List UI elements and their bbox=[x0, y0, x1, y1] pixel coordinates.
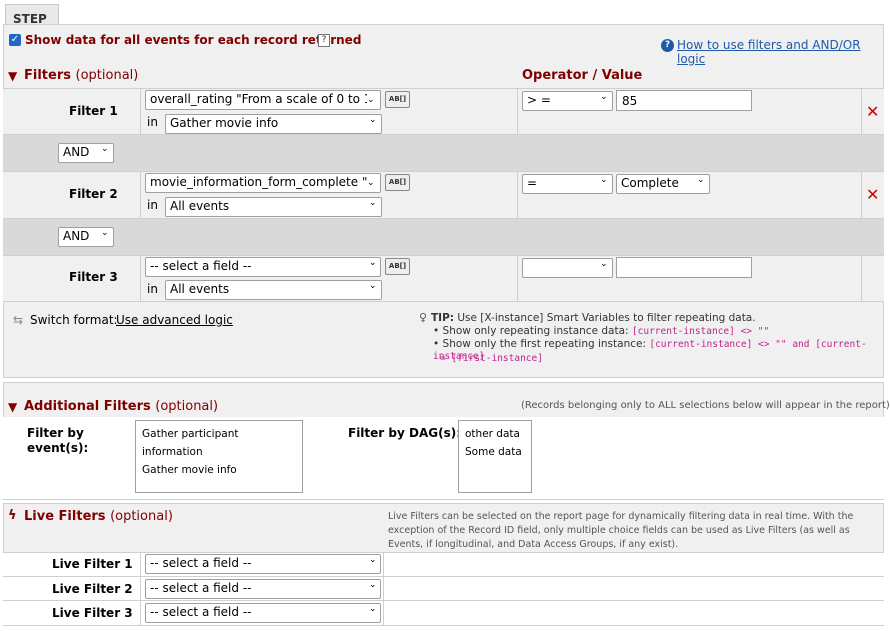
switch-format-icon: ⇆ bbox=[13, 313, 24, 327]
chevron-down-icon: ⌄ bbox=[600, 259, 608, 269]
chevron-down-icon: ⌄ bbox=[600, 92, 608, 102]
filter-2-event-select[interactable]: All events bbox=[165, 197, 382, 217]
chevron-down-icon: ⌄ bbox=[369, 580, 377, 590]
field-lookup-button[interactable]: AB[] bbox=[385, 258, 410, 275]
live-filters-title: Live Filters (optional) bbox=[24, 509, 173, 524]
filter-1-label: Filter 1 bbox=[69, 104, 118, 118]
chevron-down-icon: ⌄ bbox=[101, 228, 109, 238]
filter-by-event-label-1: Filter by bbox=[27, 426, 84, 440]
filter-funnel-icon: ▼ bbox=[8, 69, 18, 83]
filter-by-dag-label: Filter by DAG(s): bbox=[348, 426, 461, 440]
chevron-down-icon: ⌄ bbox=[367, 92, 380, 108]
dag-option[interactable]: Some data bbox=[465, 443, 525, 461]
filter-3-field-select[interactable]: -- select a field -- bbox=[145, 257, 381, 277]
filter-2-label: Filter 2 bbox=[69, 187, 118, 201]
lightbulb-icon: ♀ bbox=[419, 311, 428, 324]
chevron-down-icon: ⌄ bbox=[369, 555, 377, 565]
chevron-down-icon: ⌄ bbox=[369, 281, 377, 291]
event-option[interactable]: Gather movie info bbox=[142, 461, 296, 479]
chevron-down-icon: ⌄ bbox=[369, 604, 377, 614]
filter-1-value-input[interactable] bbox=[616, 90, 752, 111]
additional-filters-note: (Records belonging only to ALL selection… bbox=[521, 400, 890, 411]
filter-2-value-select[interactable]: Complete bbox=[616, 174, 710, 194]
live-filter-1-select[interactable]: -- select a field -- bbox=[145, 554, 381, 574]
filter-3-value-input[interactable] bbox=[616, 257, 752, 278]
filter-by-event-label-2: event(s): bbox=[27, 441, 89, 455]
filter-1-field-select[interactable]: overall_rating "From a scale of 0 to 100 bbox=[145, 90, 381, 110]
event-option[interactable]: Gather participant information bbox=[142, 425, 296, 461]
filter-3-in-label: in bbox=[147, 282, 158, 296]
live-filter-3-select[interactable]: -- select a field -- bbox=[145, 603, 381, 623]
delete-filter-1-icon[interactable]: ✕ bbox=[866, 102, 879, 121]
chevron-down-icon: ⌄ bbox=[697, 175, 705, 185]
question-circle-icon: ? bbox=[661, 39, 674, 52]
filter-1-event-select[interactable]: Gather movie info bbox=[165, 114, 382, 134]
filters-help-link[interactable]: How to use filters and AND/OR logic bbox=[677, 38, 890, 66]
live-filter-2-select[interactable]: -- select a field -- bbox=[145, 579, 381, 599]
live-filters-body bbox=[3, 552, 884, 625]
switch-format-label: Switch format: bbox=[30, 313, 118, 327]
help-icon[interactable]: ? bbox=[318, 34, 330, 47]
dag-option[interactable]: other data bbox=[465, 425, 525, 443]
additional-filters-title: Additional Filters (optional) bbox=[24, 399, 219, 414]
filter-1-in-label: in bbox=[147, 115, 158, 129]
show-all-events-checkbox[interactable]: ✓ bbox=[9, 34, 21, 46]
live-filters-description: Live Filters can be selected on the repo… bbox=[388, 511, 854, 550]
filter-2-field-select[interactable]: movie_information_form_complete "Co bbox=[145, 173, 381, 193]
logic-row-2 bbox=[3, 218, 884, 255]
filters-title: Filters (optional) bbox=[24, 68, 139, 83]
filter-3-event-select[interactable]: All events bbox=[165, 280, 382, 300]
show-all-events-label: Show data for all events for each record… bbox=[25, 33, 362, 47]
chevron-down-icon: ⌄ bbox=[369, 198, 377, 208]
events-listbox[interactable]: Gather participant information Gather mo… bbox=[135, 420, 303, 493]
chevron-down-icon: ⌄ bbox=[369, 258, 377, 268]
use-advanced-logic-link[interactable]: Use advanced logic bbox=[116, 313, 233, 327]
chevron-down-icon: ⌄ bbox=[367, 175, 380, 191]
chevron-down-icon: ⌄ bbox=[600, 175, 608, 185]
live-filter-1-label: Live Filter 1 bbox=[52, 557, 133, 571]
live-filter-3-label: Live Filter 3 bbox=[52, 606, 133, 620]
tip-line-1: • Show only repeating instance data: [cu… bbox=[433, 325, 770, 337]
filter-row-2 bbox=[3, 171, 884, 218]
field-lookup-button[interactable]: AB[] bbox=[385, 91, 410, 108]
delete-filter-2-icon[interactable]: ✕ bbox=[866, 185, 879, 204]
filter-3-label: Filter 3 bbox=[69, 270, 118, 284]
dags-listbox[interactable]: other data Some data bbox=[458, 420, 532, 493]
chevron-down-icon: ⌄ bbox=[369, 115, 377, 125]
live-filter-2-label: Live Filter 2 bbox=[52, 582, 133, 596]
logic-row-1 bbox=[3, 134, 884, 171]
chevron-down-icon: ⌄ bbox=[101, 144, 109, 154]
filter-funnel-icon: ▼ bbox=[8, 400, 18, 414]
lightning-icon: ϟ bbox=[8, 508, 17, 523]
tip-text: TIP: Use [X-instance] Smart Variables to… bbox=[431, 312, 756, 324]
tip-line-2-code: = [first-instance] bbox=[440, 353, 543, 364]
operator-value-header: Operator / Value bbox=[522, 68, 643, 83]
field-lookup-button[interactable]: AB[] bbox=[385, 174, 410, 191]
filter-2-in-label: in bbox=[147, 198, 158, 212]
